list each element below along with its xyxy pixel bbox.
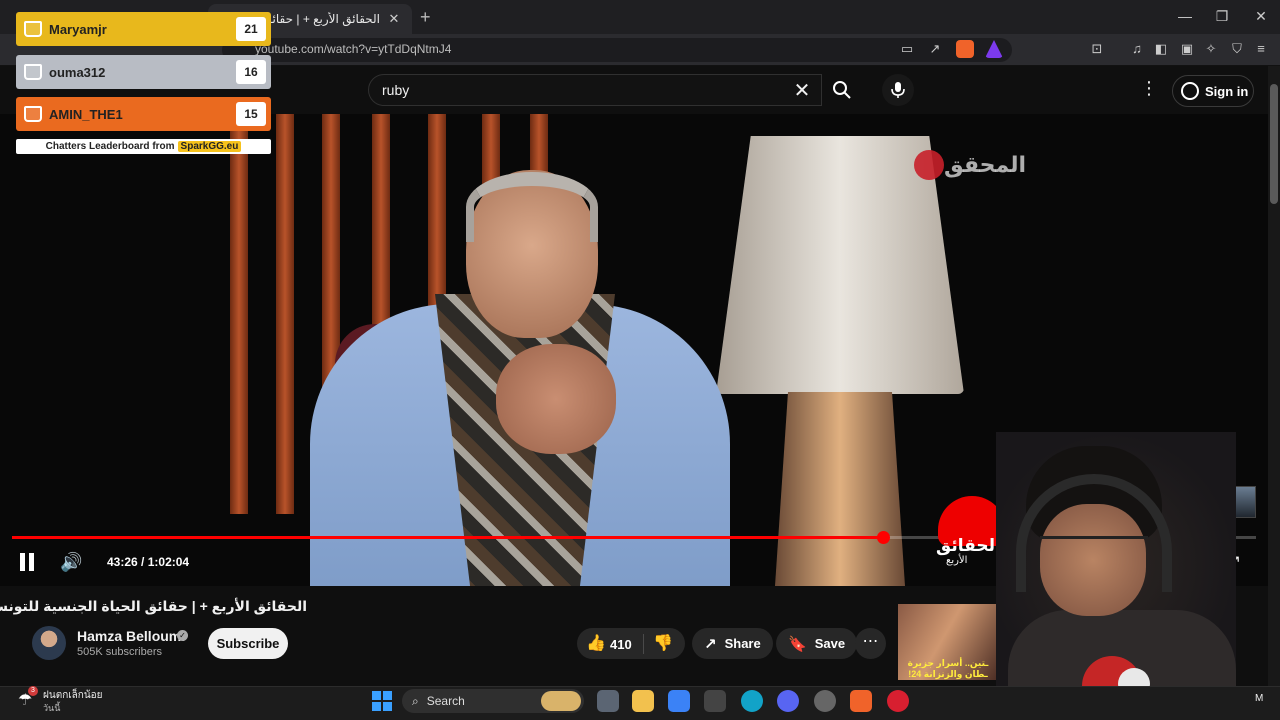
channel-avatar[interactable] <box>32 626 66 660</box>
leaderboard-brand: SparkGG.eu <box>177 141 242 152</box>
menu-icon[interactable]: ≡ <box>1252 41 1270 56</box>
search-icon: ⌕ <box>412 693 419 708</box>
save-label: Save <box>814 636 846 651</box>
share-page-icon[interactable]: ↗ <box>926 41 944 57</box>
leaderboard-name: Maryamjr <box>49 21 107 37</box>
minimize-icon[interactable]: — <box>1175 8 1195 24</box>
volume-icon[interactable]: 🔊 <box>60 552 82 573</box>
windows-logo-icon <box>372 691 381 700</box>
music-icon[interactable]: ♫ <box>1128 41 1146 56</box>
lamp-base <box>775 392 905 586</box>
new-tab-button[interactable]: + <box>420 7 431 28</box>
channel-watermark-text: المحقق <box>944 152 1027 177</box>
crown-icon <box>24 21 42 37</box>
show-logo-subtext: الأربع <box>946 555 968 566</box>
crown-icon <box>24 64 42 80</box>
progress-played <box>12 536 883 539</box>
subscriber-count: 505K subscribers <box>77 646 162 658</box>
scrollbar-thumb[interactable] <box>1270 84 1278 204</box>
edge-icon[interactable] <box>741 690 763 712</box>
like-divider <box>643 634 644 654</box>
time-display: 43:26 / 1:02:04 <box>107 555 190 569</box>
file-explorer-icon[interactable] <box>632 690 654 712</box>
verified-icon: ✓ <box>177 630 188 641</box>
cast-icon[interactable]: ▭ <box>898 41 916 57</box>
search-highlight-icon[interactable] <box>541 691 581 711</box>
vpn-icon[interactable]: ⛉ <box>1228 41 1246 57</box>
background-slat <box>230 114 248 514</box>
share-label: Share <box>724 636 761 651</box>
obs-icon[interactable] <box>814 690 836 712</box>
leo-icon[interactable]: ✧ <box>1202 41 1220 57</box>
leaderboard-footer-text: Chatters Leaderboard from <box>45 141 175 152</box>
voice-search-button[interactable] <box>882 74 914 106</box>
dislike-icon[interactable]: 👎 <box>653 633 673 653</box>
microphone-icon <box>891 82 905 98</box>
background-slat <box>276 114 294 514</box>
channel-name[interactable]: Hamza Belloumi <box>77 628 185 644</box>
search-clear-icon[interactable]: ✕ <box>792 78 812 103</box>
guest-hair <box>466 172 598 242</box>
windows-logo-icon <box>383 691 392 700</box>
search-input[interactable] <box>368 74 822 106</box>
sidebar-icon[interactable]: ◧ <box>1152 41 1170 57</box>
windows-logo-icon <box>383 702 392 711</box>
discord-icon[interactable] <box>777 690 799 712</box>
task-view-icon[interactable] <box>597 690 619 712</box>
wallet-icon[interactable]: ▣ <box>1178 41 1196 57</box>
share-button[interactable]: ↗ Share <box>692 628 773 659</box>
pause-icon <box>29 553 34 571</box>
like-icon[interactable]: 👍 <box>586 633 606 653</box>
leaderboard-row: Maryamjr 21 <box>16 12 271 46</box>
leaderboard-footer: Chatters Leaderboard from SparkGG.eu <box>16 139 271 154</box>
leaderboard-name: AMIN_THE1 <box>49 106 123 122</box>
leaderboard-name: ouma312 <box>49 64 106 80</box>
search-icon <box>833 81 851 99</box>
more-actions-button[interactable]: ⋯ <box>855 628 886 659</box>
weather-badge: 3 <box>28 686 38 696</box>
url-text[interactable]: youtube.com/watch?v=ytTdDqNtmJ4 <box>255 42 451 56</box>
close-window-icon[interactable]: ✕ <box>1251 8 1271 25</box>
leaderboard-score: 16 <box>236 60 266 84</box>
account-icon <box>1181 82 1199 100</box>
progress-scrubber[interactable] <box>877 531 890 544</box>
video-title: الحقائق الأربع + | حقائق الحياة الجنسية … <box>0 598 307 614</box>
save-icon: 🔖 <box>788 635 807 653</box>
windows-logo-icon <box>372 702 381 711</box>
more-options-icon[interactable]: ⋮ <box>1140 78 1158 99</box>
sign-in-label: Sign in <box>1205 83 1249 99</box>
brave-icon[interactable] <box>850 690 872 712</box>
related-video-caption: ـتين.. أسرار جزيرة ـطان والزنزانة 24! <box>907 658 989 679</box>
brave-shield-icon[interactable] <box>956 40 974 58</box>
like-count[interactable]: 410 <box>610 637 632 652</box>
pause-button[interactable] <box>18 553 36 571</box>
taskbar-search-label: Search <box>426 694 465 708</box>
weather-day: วันนี้ <box>43 703 61 713</box>
crown-icon <box>24 106 42 122</box>
search-button[interactable] <box>822 74 862 106</box>
leaderboard-row: ouma312 16 <box>16 55 271 89</box>
time-total: 1:02:04 <box>147 555 190 569</box>
guest-hands <box>496 344 616 454</box>
store-icon[interactable] <box>668 690 690 712</box>
show-logo-text: الحقائق <box>936 536 1001 555</box>
opera-icon[interactable] <box>887 690 909 712</box>
language-indicator[interactable]: M <box>1255 693 1263 704</box>
app-icon[interactable] <box>704 690 726 712</box>
extension-icon[interactable]: ⊡ <box>1088 41 1106 57</box>
leaderboard-score: 21 <box>236 17 266 41</box>
time-current: 43:26 <box>107 555 138 569</box>
search-value[interactable]: ruby <box>382 82 409 98</box>
sign-in-button[interactable]: Sign in <box>1172 75 1254 107</box>
channel-watermark-logo <box>914 150 944 180</box>
share-icon: ↗ <box>704 635 717 653</box>
start-button[interactable] <box>372 691 392 711</box>
tab-close-icon[interactable]: ✕ <box>386 11 402 27</box>
restore-icon[interactable]: ❐ <box>1212 8 1232 25</box>
leaderboard-score: 15 <box>236 102 266 126</box>
subscribe-button[interactable]: Subscribe <box>208 628 288 659</box>
leaderboard-row: AMIN_THE1 15 <box>16 97 271 131</box>
save-button[interactable]: 🔖 Save <box>776 628 858 659</box>
pause-icon <box>20 553 25 571</box>
